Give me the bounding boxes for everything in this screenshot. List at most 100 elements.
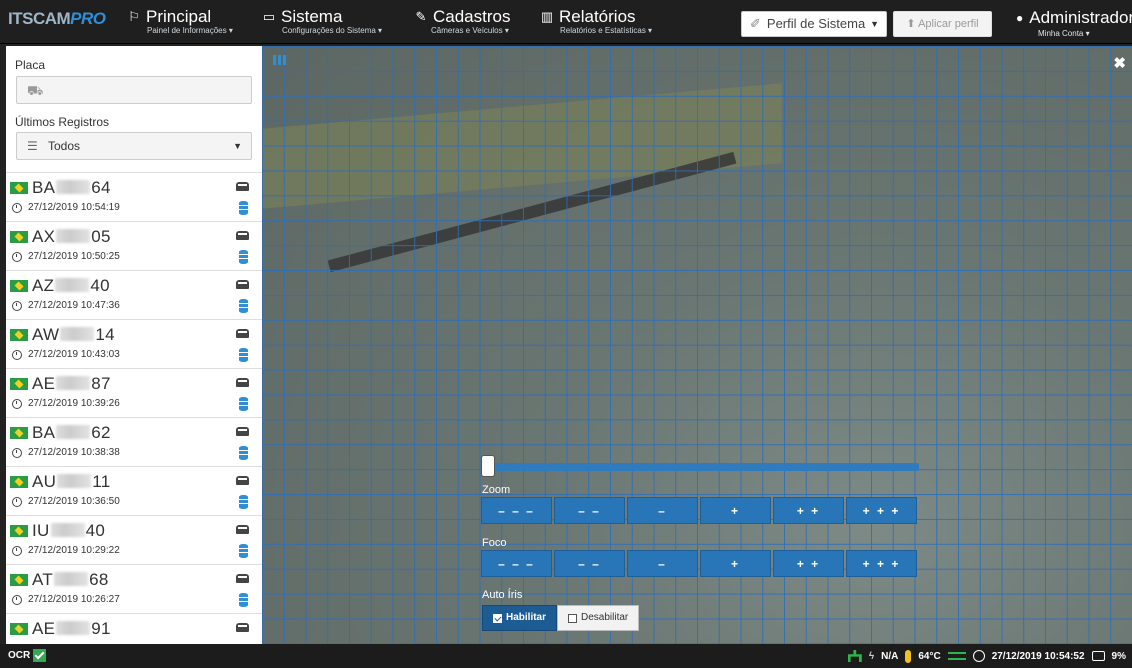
plate-number: AX 05: [32, 227, 111, 246]
bar-chart-icon: ▥: [540, 8, 554, 24]
iris-enable-button[interactable]: Habilitar: [482, 605, 558, 631]
database-icon[interactable]: [239, 495, 248, 509]
iris-disable-button[interactable]: Desabilitar: [557, 605, 640, 631]
zoom-out-3-button[interactable]: – – –: [481, 497, 552, 524]
app-logo[interactable]: ITSCAMPRO: [8, 9, 126, 35]
list-item[interactable]: AZ 40 27/12/2019 10:47:36: [6, 270, 262, 319]
database-icon[interactable]: [239, 397, 248, 411]
lens-position-slider[interactable]: [490, 463, 919, 471]
blurred-plate-segment: [60, 327, 95, 341]
blurred-plate-segment: [55, 278, 90, 292]
power-status: N/A: [881, 650, 899, 662]
blurred-plate-segment: [56, 180, 91, 194]
database-icon[interactable]: [239, 446, 248, 460]
clock-icon: [12, 496, 22, 507]
close-icon[interactable]: ✖: [1113, 54, 1126, 72]
logo-text: ITSCAM: [8, 9, 71, 28]
sidebar: Placa ⛟ Últimos Registros ☰ Todos ▼ BA 64…: [6, 46, 262, 644]
clock-icon: [12, 447, 22, 458]
monitor-icon: ▭: [262, 8, 276, 24]
list-item[interactable]: AU 11 27/12/2019 10:36:50: [6, 466, 262, 515]
blurred-plate-segment: [56, 376, 91, 390]
clock-icon: [12, 398, 22, 409]
auto-iris-toggle: Habilitar Desabilitar: [482, 605, 640, 631]
caret-down-icon: ▼: [233, 141, 242, 151]
blurred-plate-segment: [50, 523, 85, 537]
database-icon[interactable]: [239, 201, 248, 215]
database-icon[interactable]: [239, 250, 248, 264]
zoom-in-2-button[interactable]: + +: [773, 497, 844, 524]
profile-select[interactable]: ✐ Perfil de Sistema ▼: [741, 11, 887, 37]
brazil-flag-icon: [10, 280, 28, 292]
brazil-flag-icon: [10, 525, 28, 537]
database-icon[interactable]: [239, 348, 248, 362]
focus-plus-3-button[interactable]: + + +: [846, 550, 917, 577]
nav-principal-title: Principal: [146, 7, 212, 26]
list-item[interactable]: AE 91: [6, 613, 262, 644]
nav-cadastros-subtitle: Câmeras e Veículos ▾: [431, 26, 509, 35]
zoom-out-1-button[interactable]: –: [627, 497, 698, 524]
records-filter-value: Todos: [48, 139, 81, 153]
clock-icon: [12, 349, 22, 360]
focus-minus-1-button[interactable]: –: [627, 550, 698, 577]
records-filter-select[interactable]: ☰ Todos ▼: [16, 132, 252, 160]
caret-down-icon: ▼: [870, 19, 879, 29]
disk-icon: [1091, 651, 1105, 661]
nav-sistema-title: Sistema: [281, 7, 343, 26]
nav-principal-subtitle: Painel de Informações ▾: [147, 26, 233, 35]
database-icon[interactable]: [239, 544, 248, 558]
list-item[interactable]: AX 05 27/12/2019 10:50:25: [6, 221, 262, 270]
apply-profile-button[interactable]: ⬆ Aplicar perfil: [893, 11, 992, 37]
car-icon: [236, 574, 249, 583]
brazil-flag-icon: [10, 476, 28, 488]
transfer-icon: [947, 652, 966, 660]
zoom-out-2-button[interactable]: – –: [554, 497, 625, 524]
nav-sistema[interactable]: ▭ Sistema Configurações do Sistema ▾: [261, 8, 382, 35]
plate-number: AE 91: [32, 619, 111, 638]
ocr-label: OCR: [8, 650, 31, 661]
power-icon: ϟ: [868, 650, 875, 662]
clock-icon: [972, 650, 985, 662]
record-datetime: 27/12/2019 10:54:19: [12, 202, 120, 213]
nav-relatorios[interactable]: ▥ Relatórios Relatórios e Estatísticas ▾: [539, 8, 652, 35]
clock-icon: [12, 202, 22, 213]
brazil-flag-icon: [10, 427, 28, 439]
plate-number: BA 62: [32, 423, 111, 442]
database-icon[interactable]: [239, 593, 248, 607]
plate-search-input[interactable]: ⛟: [16, 76, 252, 104]
record-datetime: 27/12/2019 10:26:27: [12, 594, 120, 605]
nav-cadastros[interactable]: ✎ Cadastros Câmeras e Veículos ▾: [413, 8, 511, 35]
database-icon[interactable]: [239, 299, 248, 313]
clock-icon: [12, 594, 22, 605]
record-datetime: 27/12/2019 10:36:50: [12, 496, 120, 507]
focus-minus-3-button[interactable]: – – –: [481, 550, 552, 577]
car-icon: ⛟: [27, 83, 44, 98]
recent-records-label: Últimos Registros: [15, 115, 110, 129]
list-item[interactable]: IU 40 27/12/2019 10:29:22: [6, 515, 262, 564]
list-item[interactable]: AW 14 27/12/2019 10:43:03: [6, 319, 262, 368]
grid-toggle-icon[interactable]: [273, 55, 286, 65]
zoom-in-3-button[interactable]: + + +: [846, 497, 917, 524]
top-navbar: ITSCAMPRO ⚐ Principal Painel de Informaçõ…: [0, 0, 1132, 44]
apply-profile-label: Aplicar perfil: [918, 18, 979, 30]
auto-iris-label: Auto Íris: [482, 589, 523, 601]
brazil-flag-icon: [10, 574, 28, 586]
slider-handle[interactable]: [481, 455, 495, 477]
logo-accent: PRO: [70, 9, 106, 28]
camera-live-view[interactable]: ✖ Zoom – – – – – – + + + + + + Foco – – …: [262, 46, 1132, 644]
zoom-in-1-button[interactable]: +: [700, 497, 771, 524]
list-item[interactable]: BA 64 27/12/2019 10:54:19: [6, 172, 262, 221]
list-item[interactable]: AT 68 27/12/2019 10:26:27: [6, 564, 262, 613]
clock-icon: [12, 300, 22, 311]
nav-principal[interactable]: ⚐ Principal Painel de Informações ▾: [126, 8, 233, 35]
list-item[interactable]: BA 62 27/12/2019 10:38:38: [6, 417, 262, 466]
list-item[interactable]: AE 87 27/12/2019 10:39:26: [6, 368, 262, 417]
blurred-plate-segment: [56, 425, 91, 439]
user-menu[interactable]: ● Administrador Minha Conta ▾: [1016, 8, 1132, 38]
focus-plus-1-button[interactable]: +: [700, 550, 771, 577]
plate-number: IU 40: [32, 521, 106, 540]
plate-number: AZ 40: [32, 276, 110, 295]
focus-minus-2-button[interactable]: – –: [554, 550, 625, 577]
focus-plus-2-button[interactable]: + +: [773, 550, 844, 577]
clock-icon: [12, 545, 22, 556]
